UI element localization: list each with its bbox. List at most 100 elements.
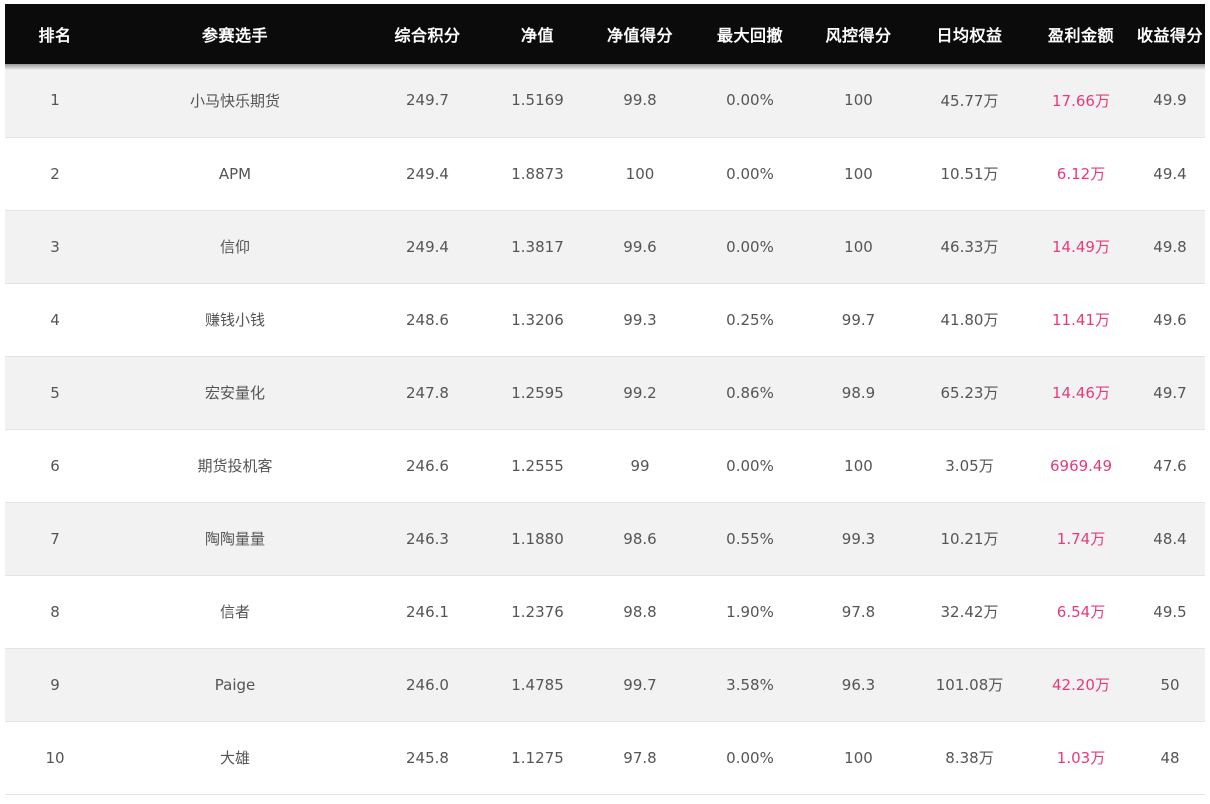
cell-net-value: 1.2555	[511, 456, 564, 475]
cell-profit: 11.41万	[1052, 311, 1110, 329]
cell-return-score: 50	[1160, 675, 1180, 694]
cell-rank: 3	[50, 237, 60, 256]
table-row: 1 小马快乐期货 249.7 1.5169 99.8 0.00% 100 45.77万 17.6…	[5, 64, 1205, 137]
cell-avg-equity: 10.51万	[940, 165, 999, 183]
cell-net-value-score: 99.7	[623, 675, 657, 694]
cell-return-score: 49.7	[1153, 383, 1187, 402]
table-row: 2 APM 249.4 1.8873 100 0.00% 100 10.51万 6.12万 49.…	[5, 137, 1205, 210]
cell-max-drawdown: 1.90%	[726, 602, 774, 621]
cell-net-value-score: 99	[630, 456, 650, 475]
cell-contestant: 赚钱小钱	[204, 311, 265, 329]
cell-total-score: 247.8	[406, 383, 449, 402]
header-total-score: 综合积分	[394, 26, 461, 45]
cell-return-score: 47.6	[1153, 456, 1187, 475]
cell-rank: 8	[50, 602, 60, 621]
table-row: 10 大雄 245.8 1.1275 97.8 0.00% 100 8.38万 1.03万 48	[5, 721, 1205, 794]
table-row: 3 信仰 249.4 1.3817 99.6 0.00% 100 46.33万 14.49万 49…	[5, 210, 1205, 283]
cell-return-score: 48	[1160, 748, 1180, 767]
header-row: 排名 参赛选手 综合积分 净值 净值得分 最大回撤 风控得分 日均权益 盈利金额…	[5, 4, 1205, 64]
cell-profit: 42.20万	[1052, 676, 1110, 694]
cell-total-score: 246.3	[406, 529, 449, 548]
cell-profit: 14.46万	[1052, 384, 1110, 402]
cell-avg-equity: 65.23万	[940, 384, 999, 402]
cell-avg-equity: 32.42万	[940, 603, 999, 621]
cell-max-drawdown: 0.00%	[726, 91, 774, 110]
cell-net-value: 1.1880	[511, 529, 564, 548]
cell-return-score: 49.5	[1153, 602, 1187, 621]
table-row: 8 信者 246.1 1.2376 98.8 1.90% 97.8 32.42万 6.54万 49…	[5, 575, 1205, 648]
cell-net-value-score: 99.3	[623, 310, 657, 329]
cell-contestant: 期货投机客	[197, 457, 273, 475]
cell-net-value: 1.2595	[511, 383, 564, 402]
cell-profit: 1.03万	[1056, 749, 1106, 767]
header-max-drawdown: 最大回撤	[716, 26, 783, 45]
cell-net-value: 1.4785	[511, 675, 564, 694]
header-net-value-score: 净值得分	[606, 26, 673, 45]
cell-avg-equity: 45.77万	[940, 91, 999, 110]
cell-max-drawdown: 0.00%	[726, 164, 774, 183]
cell-net-value: 1.3206	[511, 310, 564, 329]
cell-total-score: 249.4	[406, 164, 449, 183]
cell-rank: 2	[50, 164, 60, 183]
cell-total-score: 249.4	[406, 237, 449, 256]
cell-risk-score: 99.3	[841, 529, 876, 548]
ranking-table: 排名 参赛选手 综合积分 净值 净值得分 最大回撤 风控得分 日均权益 盈利金额…	[5, 4, 1205, 795]
cell-net-value-score: 98.8	[623, 602, 657, 621]
cell-profit: 6.54万	[1056, 603, 1106, 621]
table-body: 1 小马快乐期货 249.7 1.5169 99.8 0.00% 100 45.77万 17.6…	[5, 64, 1205, 794]
cell-avg-equity: 41.80万	[940, 311, 999, 329]
cell-net-value-score: 99.6	[623, 237, 657, 256]
cell-avg-equity: 3.05万	[945, 457, 994, 475]
cell-total-score: 246.1	[406, 602, 449, 621]
cell-max-drawdown: 0.25%	[726, 310, 774, 329]
header-risk-score: 风控得分	[825, 26, 892, 45]
cell-profit: 6969.49	[1049, 456, 1113, 475]
ranking-table-container: 排名 参赛选手 综合积分 净值 净值得分 最大回撤 风控得分 日均权益 盈利金额…	[5, 4, 1205, 795]
cell-rank: 5	[50, 383, 60, 402]
header-return-score: 收益得分	[1136, 26, 1203, 45]
cell-net-value: 1.2376	[511, 602, 564, 621]
cell-risk-score: 98.9	[841, 383, 876, 402]
cell-avg-equity: 101.08万	[935, 676, 1004, 694]
cell-rank: 9	[50, 675, 60, 694]
cell-net-value-score: 100	[625, 164, 655, 183]
header-rank: 排名	[38, 26, 72, 45]
cell-total-score: 246.0	[406, 675, 449, 694]
cell-rank: 4	[50, 310, 60, 329]
cell-contestant: 小马快乐期货	[189, 91, 280, 110]
cell-net-value: 1.3817	[511, 237, 564, 256]
cell-total-score: 248.6	[406, 310, 449, 329]
cell-avg-equity: 8.38万	[945, 749, 994, 767]
cell-net-value-score: 99.2	[623, 383, 657, 402]
cell-total-score: 246.6	[406, 456, 449, 475]
cell-contestant: 宏安量化	[204, 384, 265, 402]
cell-return-score: 48.4	[1153, 529, 1187, 548]
cell-contestant: Paige	[214, 675, 256, 694]
cell-risk-score: 97.8	[841, 602, 876, 621]
cell-risk-score: 96.3	[841, 675, 876, 694]
table-row: 9 Paige 246.0 1.4785 99.7 3.58% 96.3 101.08万 42.…	[5, 648, 1205, 721]
cell-return-score: 49.8	[1153, 237, 1187, 256]
cell-profit: 17.66万	[1052, 91, 1110, 110]
header-avg-equity: 日均权益	[936, 26, 1003, 45]
cell-net-value-score: 99.8	[623, 91, 657, 110]
cell-max-drawdown: 3.58%	[726, 675, 774, 694]
cell-max-drawdown: 0.00%	[726, 748, 774, 767]
cell-return-score: 49.4	[1153, 164, 1187, 183]
cell-net-value-score: 97.8	[623, 748, 657, 767]
cell-avg-equity: 10.21万	[940, 530, 999, 548]
cell-max-drawdown: 0.86%	[726, 383, 774, 402]
cell-avg-equity: 46.33万	[940, 238, 999, 256]
cell-max-drawdown: 0.00%	[726, 237, 774, 256]
cell-max-drawdown: 0.55%	[726, 529, 774, 548]
cell-risk-score: 99.7	[841, 310, 876, 329]
cell-profit: 1.74万	[1056, 530, 1106, 548]
cell-return-score: 49.6	[1153, 310, 1187, 329]
cell-rank: 7	[50, 529, 60, 548]
cell-max-drawdown: 0.00%	[726, 456, 774, 475]
header-profit: 盈利金额	[1047, 26, 1114, 45]
cell-profit: 14.49万	[1052, 238, 1110, 256]
table-row: 4 赚钱小钱 248.6 1.3206 99.3 0.25% 99.7 41.80万 11.41…	[5, 283, 1205, 356]
cell-contestant: 大雄	[219, 749, 250, 767]
header-net-value: 净值	[520, 26, 554, 45]
